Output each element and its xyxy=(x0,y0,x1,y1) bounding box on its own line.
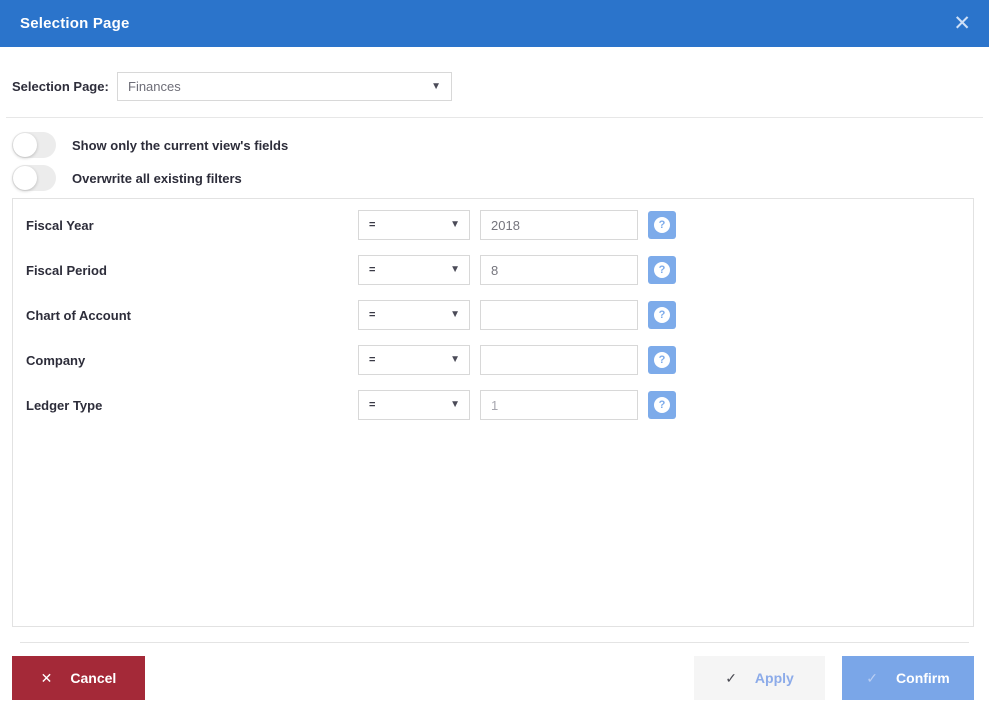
filter-value-input[interactable] xyxy=(480,210,638,240)
selection-page-label: Selection Page: xyxy=(12,79,117,94)
help-icon: ? xyxy=(654,217,670,233)
confirm-button-label: Confirm xyxy=(896,670,950,686)
filters-panel: Fiscal Year = ▼ ? Fiscal Period = ▼ ? Ch… xyxy=(12,198,974,627)
cancel-button-label: Cancel xyxy=(70,670,116,686)
help-button[interactable]: ? xyxy=(648,391,676,419)
check-icon: ✓ xyxy=(866,671,878,685)
operator-dropdown[interactable]: = ▼ xyxy=(358,255,470,285)
filter-label: Company xyxy=(26,353,358,368)
footer: ✕ Cancel ✓ Apply ✓ Confirm xyxy=(0,656,989,700)
filter-row-fiscal-period: Fiscal Period = ▼ ? xyxy=(26,255,973,285)
chevron-down-icon: ▼ xyxy=(450,400,460,410)
apply-button-label: Apply xyxy=(755,670,794,686)
operator-value: = xyxy=(369,354,375,366)
chevron-down-icon: ▼ xyxy=(450,265,460,275)
modal-header: Selection Page ✕ xyxy=(0,0,989,47)
filter-label: Ledger Type xyxy=(26,398,358,413)
toggle-label: Overwrite all existing filters xyxy=(72,171,242,186)
filter-row-chart-of-account: Chart of Account = ▼ ? xyxy=(26,300,973,330)
operator-value: = xyxy=(369,399,375,411)
footer-right-group: ✓ Apply ✓ Confirm xyxy=(694,656,974,700)
operator-dropdown[interactable]: = ▼ xyxy=(358,210,470,240)
check-icon: ✓ xyxy=(725,671,737,685)
selection-page-dropdown[interactable]: Finances ▼ xyxy=(117,72,452,101)
selection-page-value: Finances xyxy=(128,79,181,94)
help-button[interactable]: ? xyxy=(648,256,676,284)
selection-page-row: Selection Page: Finances ▼ xyxy=(12,72,977,101)
filter-value-input[interactable] xyxy=(480,255,638,285)
filter-label: Fiscal Year xyxy=(26,218,358,233)
toggle-show-current-view-fields[interactable]: Show only the current view's fields xyxy=(12,132,977,158)
confirm-button[interactable]: ✓ Confirm xyxy=(842,656,974,700)
operator-value: = xyxy=(369,219,375,231)
filter-value-input[interactable] xyxy=(480,390,638,420)
help-button[interactable]: ? xyxy=(648,301,676,329)
help-icon: ? xyxy=(654,262,670,278)
help-button[interactable]: ? xyxy=(648,211,676,239)
chevron-down-icon: ▼ xyxy=(450,220,460,230)
filter-label: Chart of Account xyxy=(26,308,358,323)
footer-divider xyxy=(20,642,969,643)
filter-label: Fiscal Period xyxy=(26,263,358,278)
operator-dropdown[interactable]: = ▼ xyxy=(358,390,470,420)
help-icon: ? xyxy=(654,397,670,413)
toggle-knob xyxy=(13,133,37,157)
filter-row-fiscal-year: Fiscal Year = ▼ ? xyxy=(26,210,973,240)
help-icon: ? xyxy=(654,352,670,368)
toggles-section: Show only the current view's fields Over… xyxy=(12,132,977,191)
page-title: Selection Page xyxy=(20,15,130,32)
cancel-x-icon: ✕ xyxy=(41,671,53,685)
toggle-switch[interactable] xyxy=(12,165,56,191)
top-divider xyxy=(6,117,983,118)
operator-dropdown[interactable]: = ▼ xyxy=(358,300,470,330)
apply-button[interactable]: ✓ Apply xyxy=(694,656,825,700)
operator-dropdown[interactable]: = ▼ xyxy=(358,345,470,375)
chevron-down-icon: ▼ xyxy=(450,355,460,365)
filter-row-company: Company = ▼ ? xyxy=(26,345,973,375)
close-icon[interactable]: ✕ xyxy=(953,13,971,34)
filter-value-input[interactable] xyxy=(480,300,638,330)
operator-value: = xyxy=(369,264,375,276)
toggle-knob xyxy=(13,166,37,190)
help-icon: ? xyxy=(654,307,670,323)
chevron-down-icon: ▼ xyxy=(450,310,460,320)
help-button[interactable]: ? xyxy=(648,346,676,374)
chevron-down-icon: ▼ xyxy=(431,82,441,92)
filter-value-input[interactable] xyxy=(480,345,638,375)
filter-row-ledger-type: Ledger Type = ▼ ? xyxy=(26,390,973,420)
toggle-overwrite-filters[interactable]: Overwrite all existing filters xyxy=(12,165,977,191)
operator-value: = xyxy=(369,309,375,321)
toggle-switch[interactable] xyxy=(12,132,56,158)
cancel-button[interactable]: ✕ Cancel xyxy=(12,656,145,700)
toggle-label: Show only the current view's fields xyxy=(72,138,288,153)
